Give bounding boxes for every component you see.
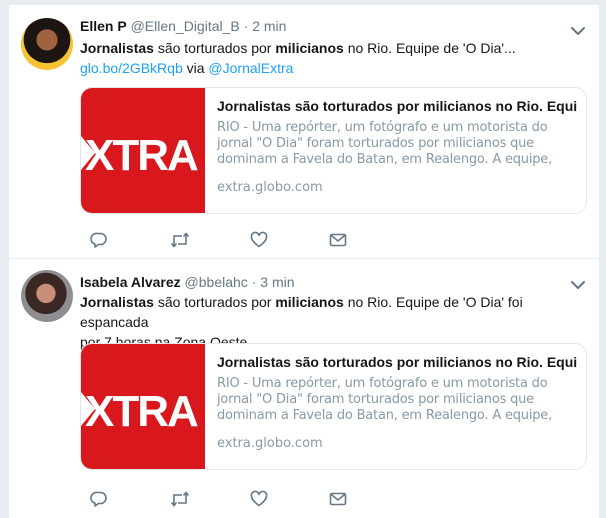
timestamp[interactable]: 2 min — [252, 18, 286, 34]
direct-message-icon[interactable] — [329, 231, 349, 251]
mention-link[interactable]: @JornalExtra — [208, 60, 293, 76]
tweet-text: Jornalistas são torturados por miliciano… — [80, 38, 590, 78]
card-title: Jornalistas são torturados por miliciano… — [217, 354, 577, 370]
retweet-icon[interactable] — [170, 490, 190, 510]
keyword: Jornalistas — [80, 40, 154, 56]
card-description-line: jornal "O Dia" foram torturados por mili… — [217, 392, 534, 407]
card-description-line: RIO - Uma repórter, um fotógrafo e um mo… — [217, 120, 548, 135]
keyword: milicianos — [275, 294, 344, 310]
retweet-icon[interactable] — [170, 231, 190, 251]
like-icon[interactable] — [250, 231, 270, 251]
svg-text:XTRA: XTRA — [85, 387, 198, 434]
reply-icon[interactable] — [90, 490, 110, 510]
card-description: RIO - Uma repórter, um fotógrafo e um mo… — [217, 376, 577, 424]
avatar[interactable] — [21, 270, 73, 322]
like-icon[interactable] — [250, 490, 270, 510]
svg-text:XTRA: XTRA — [85, 131, 198, 178]
short-link[interactable]: glo.bo/2GBkRqb — [80, 60, 183, 76]
chevron-down-icon[interactable] — [571, 23, 585, 35]
separator: · — [251, 274, 257, 290]
link-card[interactable]: XTRA Jornalistas são torturados por mili… — [80, 343, 587, 470]
tweet-actions — [80, 231, 380, 251]
card-description-line: dominam a Favela do Batan, em Realengo. … — [217, 152, 553, 167]
card-domain: extra.globo.com — [217, 180, 323, 195]
chevron-down-icon[interactable] — [571, 277, 585, 289]
card-description-line: RIO - Uma repórter, um fotógrafo e um mo… — [217, 376, 548, 391]
card-description: RIO - Uma repórter, um fotógrafo e um mo… — [217, 120, 577, 168]
reply-icon[interactable] — [90, 231, 110, 251]
card-domain: extra.globo.com — [217, 436, 323, 451]
tweet-header: Isabela Alvarez @bbelahc · 3 min — [80, 274, 295, 292]
extra-logo: XTRA — [81, 131, 200, 178]
text-fragment: no Rio. Equipe de 'O Dia'... — [343, 40, 516, 56]
link-card[interactable]: XTRA Jornalistas são torturados por mili… — [80, 87, 587, 214]
card-image: XTRA — [81, 344, 205, 469]
timestamp[interactable]: 3 min — [260, 274, 294, 290]
tweet-header: Ellen P @Ellen_Digital_B · 2 min — [80, 18, 286, 36]
text-fragment: são torturados por — [153, 294, 276, 310]
user-name[interactable]: Isabela Alvarez — [80, 274, 181, 290]
text-fragment: são torturados por — [153, 40, 276, 56]
tweet-actions — [80, 490, 380, 510]
keyword: milicianos — [275, 40, 344, 56]
avatar[interactable] — [21, 18, 73, 70]
user-name[interactable]: Ellen P — [80, 18, 127, 34]
user-handle[interactable]: @Ellen_Digital_B — [131, 18, 240, 34]
card-description-line: jornal "O Dia" foram torturados por mili… — [217, 136, 534, 151]
user-handle[interactable]: @bbelahc — [185, 274, 248, 290]
card-description-line: dominam a Favela do Batan, em Realengo. … — [217, 408, 553, 423]
separator: · — [243, 18, 249, 34]
direct-message-icon[interactable] — [329, 490, 349, 510]
tweet[interactable]: Ellen P @Ellen_Digital_B · 2 min Jornali… — [9, 5, 599, 259]
keyword: Jornalistas — [80, 294, 154, 310]
via-text: via — [182, 60, 209, 76]
timeline: Ellen P @Ellen_Digital_B · 2 min Jornali… — [8, 5, 600, 518]
tweet[interactable]: Isabela Alvarez @bbelahc · 3 min Jornali… — [9, 259, 599, 518]
extra-logo: XTRA — [81, 387, 200, 434]
card-title: Jornalistas são torturados por miliciano… — [217, 98, 577, 114]
card-image: XTRA — [81, 88, 205, 213]
